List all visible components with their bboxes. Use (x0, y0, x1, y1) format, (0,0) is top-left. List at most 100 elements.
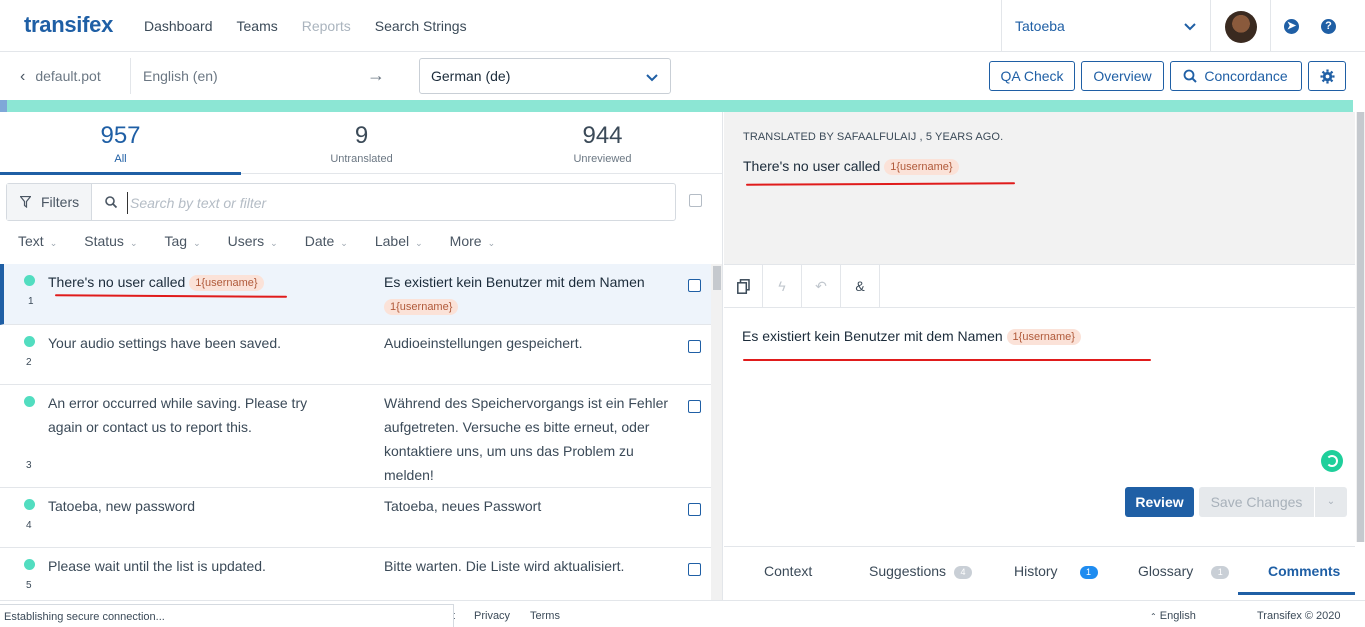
tab-comments[interactable]: Comments (1268, 563, 1340, 579)
overview-button[interactable]: Overview (1081, 61, 1164, 91)
back-to-resource[interactable]: ‹ default.pot (20, 68, 101, 86)
status-dot (24, 396, 35, 407)
facet-users[interactable]: Users ⌄ (228, 233, 278, 249)
filter-bar: Filters (6, 183, 676, 221)
tab-history[interactable]: History 1 (1014, 563, 1098, 579)
language-switcher[interactable]: ⌃ English (1150, 610, 1196, 622)
facet-more[interactable]: More ⌄ (450, 233, 495, 249)
translation-text: Audioeinstellungen gespeichert. (384, 335, 583, 351)
divider (130, 58, 131, 94)
facet-tag[interactable]: Tag ⌄ (164, 233, 200, 249)
suggestions-count-badge: 4 (954, 566, 973, 579)
row-checkbox[interactable] (688, 279, 701, 292)
chevron-down-icon: ⌄ (1326, 496, 1336, 507)
review-button[interactable]: Review (1125, 487, 1194, 517)
nav-search-strings[interactable]: Search Strings (375, 18, 467, 34)
translation-text: Tatoeba, neues Passwort (384, 498, 542, 514)
row-checkbox[interactable] (688, 400, 701, 413)
ampersand-icon: & (855, 278, 865, 294)
copyright: Transifex © 2020 (1257, 610, 1341, 622)
row-number: 1 (28, 296, 34, 307)
nav-reports[interactable]: Reports (302, 18, 351, 34)
search-icon (105, 196, 118, 209)
list-scrollbar[interactable] (711, 264, 722, 600)
red-annotation-underline (743, 359, 1151, 361)
placeholder-tag: 1{username} (884, 159, 959, 175)
funnel-icon (20, 196, 31, 208)
transifex-logo[interactable]: transifex (24, 12, 113, 38)
stat-untranslated-label: Untranslated (330, 153, 393, 165)
stat-unreviewed[interactable]: 944 Unreviewed (482, 122, 722, 165)
translation-meta: TRANSLATED BY SAFAALFULAIJ , 5 YEARS AGO… (743, 131, 1004, 143)
resource-name: default.pot (35, 68, 101, 84)
placeholder-tag: 1{username} (189, 275, 264, 291)
lightning-icon: ϟ (778, 278, 786, 294)
settings-button[interactable] (1308, 61, 1346, 91)
tab-context[interactable]: Context (764, 563, 812, 579)
save-options-dropdown[interactable]: ⌄ (1315, 487, 1347, 517)
translation-text: Es existiert kein Benutzer mit dem Namen… (384, 274, 645, 315)
special-characters-button[interactable]: & (841, 265, 880, 308)
status-dot (24, 336, 35, 347)
chevron-down-icon (646, 74, 658, 82)
string-list-panel: 957 All 9 Untranslated 944 Unreviewed Fi… (0, 112, 723, 600)
editor-tools: ϟ ↶ & (724, 264, 1355, 308)
list-scrollbar-thumb[interactable] (713, 266, 721, 290)
facet-text[interactable]: Text ⌄ (18, 233, 57, 249)
translation-editor[interactable]: Es existiert kein Benutzer mit dem Namen… (742, 328, 1081, 345)
tab-glossary[interactable]: Glossary 1 (1138, 563, 1230, 579)
copy-source-button[interactable] (724, 265, 763, 308)
source-text: An error occurred while saving. Please t… (48, 395, 308, 435)
placeholder-tag: 1{username} (384, 299, 459, 315)
row-checkbox[interactable] (688, 563, 701, 576)
tab-suggestions[interactable]: Suggestions 4 (869, 563, 973, 579)
red-annotation-underline (745, 182, 1016, 186)
table-row[interactable]: 2 Your audio settings have been saved. A… (0, 325, 711, 385)
terms-link[interactable]: Terms (530, 610, 560, 622)
machine-translate-button[interactable]: ϟ (763, 265, 802, 308)
detail-scrollbar[interactable] (1356, 112, 1365, 542)
caret-up-icon: ⌃ (1150, 612, 1157, 621)
table-row[interactable]: 1 There's no user called 1{username} Es … (0, 264, 711, 325)
source-text: Tatoeba, new password (48, 498, 196, 514)
stat-all[interactable]: 957 All (0, 122, 241, 165)
stat-untranslated[interactable]: 9 Untranslated (241, 122, 482, 165)
undo-icon: ↶ (815, 278, 827, 294)
table-row[interactable]: 4 Tatoeba, new password Tatoeba, neues P… (0, 488, 711, 548)
facet-date[interactable]: Date ⌄ (305, 233, 348, 249)
target-language-select[interactable]: German (de) (419, 58, 671, 94)
undo-button[interactable]: ↶ (802, 265, 841, 308)
facet-label[interactable]: Label ⌄ (375, 233, 423, 249)
filters-button[interactable]: Filters (7, 184, 92, 220)
source-language: English (en) (143, 68, 218, 84)
stat-unreviewed-label: Unreviewed (573, 153, 632, 165)
project-selector[interactable]: Tatoeba (1001, 0, 1211, 52)
table-row[interactable]: 5 Please wait until the list is updated.… (0, 548, 711, 600)
grammar-check-icon[interactable] (1321, 450, 1343, 472)
concordance-button[interactable]: Concordance (1170, 61, 1302, 91)
row-number: 5 (26, 580, 32, 591)
compass-icon[interactable]: ➤ (1284, 19, 1299, 34)
detail-scrollbar-thumb[interactable] (1357, 112, 1364, 542)
select-all-checkbox[interactable] (689, 194, 702, 207)
source-text: There's no user called 1{username} (48, 270, 348, 294)
status-dot (24, 275, 35, 286)
qa-check-button[interactable]: QA Check (989, 61, 1075, 91)
row-checkbox[interactable] (688, 340, 701, 353)
privacy-link[interactable]: Privacy (474, 610, 510, 622)
search-icon (1183, 69, 1197, 83)
save-changes-button[interactable]: Save Changes (1199, 487, 1314, 517)
search-input[interactable] (127, 192, 647, 214)
copy-icon (736, 279, 750, 294)
facet-status[interactable]: Status ⌄ (84, 233, 137, 249)
stat-all-count: 957 (100, 122, 141, 149)
table-row[interactable]: 3 An error occurred while saving. Please… (0, 385, 711, 488)
help-icon[interactable]: ? (1321, 19, 1336, 34)
avatar[interactable] (1225, 11, 1257, 43)
row-checkbox[interactable] (688, 503, 701, 516)
stat-unreviewed-count: 944 (582, 122, 623, 149)
top-navigation-bar: transifex Dashboard Teams Reports Search… (0, 0, 1365, 52)
nav-teams[interactable]: Teams (237, 18, 278, 34)
source-text: Your audio settings have been saved. (48, 335, 281, 351)
nav-dashboard[interactable]: Dashboard (144, 18, 213, 34)
